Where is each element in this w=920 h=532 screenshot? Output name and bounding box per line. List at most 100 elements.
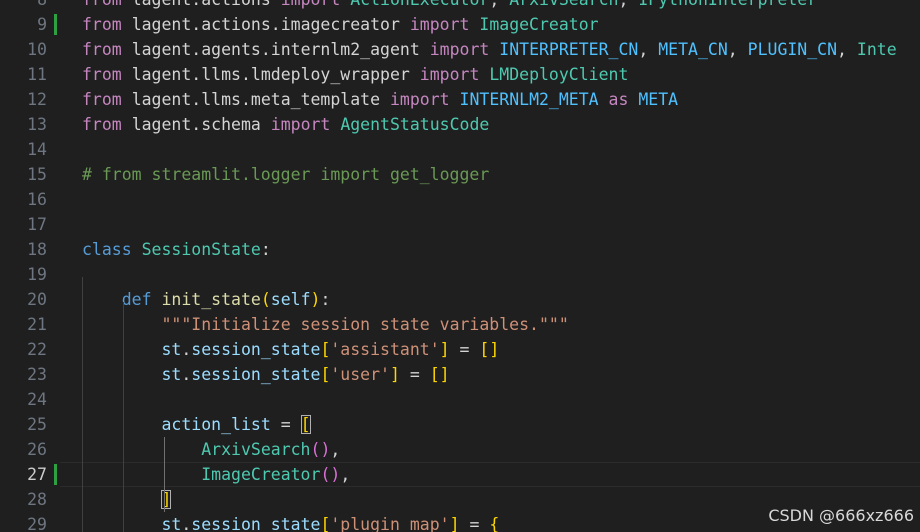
code-line[interactable]: 10 from lagent.agents.internlm2_agent imp…: [0, 37, 920, 62]
code-line[interactable]: 25 action_list = [: [0, 412, 920, 437]
code-token: ActionExecutor: [350, 0, 489, 9]
code-text[interactable]: from lagent.agents.internlm2_agent impor…: [82, 37, 897, 62]
code-editor[interactable]: 8 from lagent.actions import ActionExecut…: [0, 0, 920, 532]
code-line[interactable]: 8 from lagent.actions import ActionExecut…: [0, 0, 920, 12]
code-text[interactable]: from lagent.llms.lmdeploy_wrapper import…: [82, 62, 628, 87]
code-token: lagent.actions: [132, 0, 271, 9]
code-token: from: [82, 0, 122, 9]
code-token: (: [260, 290, 271, 309]
code-token: ,: [340, 465, 351, 484]
line-number: 14: [27, 140, 47, 159]
code-text[interactable]: # from streamlit.logger import get_logge…: [82, 162, 489, 187]
code-text[interactable]: def init_state(self):: [82, 287, 331, 312]
line-number: 25: [27, 415, 47, 434]
code-token: META_CN: [658, 40, 728, 59]
line-number: 11: [27, 65, 47, 84]
code-line[interactable]: 11 from lagent.llms.lmdeploy_wrapper impo…: [0, 62, 920, 87]
code-token: ]: [161, 490, 172, 509]
line-number: 15: [27, 165, 47, 184]
line-number: 23: [27, 365, 47, 384]
code-text[interactable]: st.session_state['assistant'] = []: [82, 337, 499, 362]
line-number: 8: [0, 0, 47, 12]
code-token: ArxivSearch: [201, 440, 311, 459]
code-text[interactable]: st.session_state['user'] = []: [82, 362, 450, 387]
git-modified-marker[interactable]: [54, 14, 57, 35]
line-number: 20: [27, 290, 47, 309]
code-text[interactable]: from lagent.schema import AgentStatusCod…: [82, 112, 489, 137]
code-text[interactable]: class SessionState:: [82, 237, 271, 262]
code-line[interactable]: 20 def init_state(self):: [0, 287, 920, 312]
code-token: lagent.schema: [131, 115, 261, 134]
code-token: class: [82, 240, 132, 259]
code-text[interactable]: st.session_state['plugin_map'] = {: [82, 512, 499, 532]
git-modified-marker[interactable]: [54, 464, 57, 485]
code-token: ,: [638, 40, 659, 59]
code-text[interactable]: from lagent.llms.meta_template import IN…: [82, 87, 678, 112]
code-text[interactable]: ]: [82, 487, 172, 512]
code-token: [: [320, 515, 331, 532]
code-token: ]: [439, 365, 450, 384]
line-number: 19: [27, 265, 47, 284]
code-token: ]: [439, 340, 450, 359]
code-token: from: [82, 15, 122, 34]
code-token: from: [82, 65, 122, 84]
code-token: .: [181, 365, 192, 384]
code-text[interactable]: from lagent.actions.imagecreator import …: [82, 12, 599, 37]
code-token: ,: [330, 440, 341, 459]
code-line[interactable]: 23 st.session_state['user'] = []: [0, 362, 920, 387]
code-line[interactable]: 22 st.session_state['assistant'] = []: [0, 337, 920, 362]
code-line[interactable]: 19: [0, 262, 920, 287]
code-token: [: [429, 365, 440, 384]
code-line[interactable]: 15 # from streamlit.logger import get_log…: [0, 162, 920, 187]
code-text[interactable]: ArxivSearch(),: [82, 437, 340, 462]
code-token: lagent.llms.lmdeploy_wrapper: [131, 65, 410, 84]
code-line[interactable]: 21 """Initialize session state variables…: [0, 312, 920, 337]
code-token: session_state: [191, 515, 321, 532]
code-token: ,: [618, 0, 638, 9]
code-token: LMDeployClient: [489, 65, 629, 84]
code-text[interactable]: from lagent.actions import ActionExecuto…: [82, 0, 817, 12]
code-token: st: [161, 365, 182, 384]
code-line[interactable]: 26 ArxivSearch(),: [0, 437, 920, 462]
line-number: 24: [27, 390, 47, 409]
watermark: CSDN @666xz666: [768, 506, 914, 525]
code-line[interactable]: 9 from lagent.actions.imagecreator import…: [0, 12, 920, 37]
code-token: def: [121, 290, 152, 309]
code-line[interactable]: 17: [0, 212, 920, 237]
code-token: 'assistant': [330, 340, 440, 359]
code-line[interactable]: 16: [0, 187, 920, 212]
code-token: ArxivSearch: [509, 0, 618, 9]
code-token: ): [310, 290, 321, 309]
code-token: """Initialize session state variables.""…: [161, 315, 569, 334]
code-text[interactable]: """Initialize session state variables.""…: [82, 312, 569, 337]
code-line[interactable]: 13 from lagent.schema import AgentStatusC…: [0, 112, 920, 137]
code-line[interactable]: 27 ImageCreator(),: [0, 462, 920, 487]
code-text[interactable]: action_list = [: [82, 412, 311, 437]
code-token: ]: [449, 515, 460, 532]
code-token: :: [320, 290, 331, 309]
code-token: import: [270, 115, 331, 134]
line-number: 28: [27, 490, 47, 509]
code-line[interactable]: 18 class SessionState:: [0, 237, 920, 262]
code-line[interactable]: 14: [0, 137, 920, 162]
code-token: [: [320, 365, 331, 384]
code-token: SessionState: [141, 240, 261, 259]
code-token: from: [82, 115, 122, 134]
code-line[interactable]: 12 from lagent.llms.meta_template import …: [0, 87, 920, 112]
code-line[interactable]: 24: [0, 387, 920, 412]
code-token: ,: [489, 0, 509, 9]
code-token: session_state: [191, 340, 321, 359]
code-token: from: [82, 40, 122, 59]
